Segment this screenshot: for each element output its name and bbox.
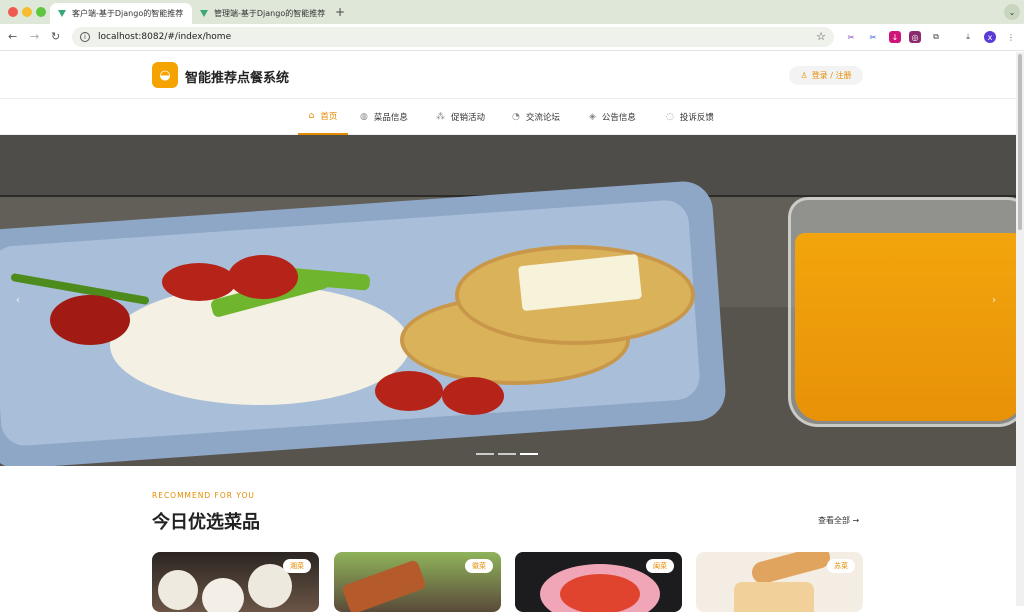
dish-image [158, 570, 198, 610]
browser-tab-bar: 客户端-基于Django的智能推荐 ✕ 管理端-基于Django的智能推荐 ✕ … [0, 0, 1024, 24]
nav-label: 投诉反馈 [679, 113, 714, 123]
dish-icon: ◍ [360, 112, 368, 122]
reload-icon[interactable]: ↻ [51, 30, 60, 43]
feedback-icon: ◌ [666, 112, 674, 122]
scrollbar-thumb[interactable] [1018, 54, 1022, 230]
dish-card[interactable]: 闽菜 [515, 552, 682, 612]
vue-logo-icon [200, 10, 208, 17]
view-all-link[interactable]: 查看全部 → [818, 515, 859, 526]
nav-item-promotions[interactable]: ⁂ 促销活动 [436, 99, 485, 135]
site-title[interactable]: 智能推荐点餐系统 [185, 67, 289, 86]
home-icon: ⌂ [308, 111, 315, 121]
close-tab-icon[interactable]: ✕ [183, 9, 192, 19]
tomato-image [50, 295, 130, 345]
category-badge: 湘菜 [283, 559, 311, 573]
section-subtitle: RECOMMEND FOR YOU [152, 491, 255, 500]
restaurant-logo-icon[interactable]: ◒ [152, 62, 178, 88]
bookmark-star-icon[interactable]: ☆ [816, 30, 826, 43]
extension-scissors-icon[interactable]: ✂ [845, 31, 857, 43]
tomato-image [375, 371, 443, 411]
dish-image [560, 574, 640, 612]
carousel-prev-icon[interactable]: ‹ [16, 295, 20, 306]
site-header: ◒ 智能推荐点餐系统 ♙ 登录 / 注册 [0, 52, 1016, 99]
nav-label: 促销活动 [451, 113, 486, 123]
section-title: 今日优选菜品 [152, 512, 260, 533]
profile-initial: x [987, 32, 993, 42]
forward-arrow-icon[interactable]: → [30, 30, 39, 43]
carousel-next-icon[interactable]: › [992, 295, 996, 306]
downloads-icon[interactable]: ⤓ [962, 31, 974, 43]
browser-toolbar: ← → ↻ i localhost:8082/#/index/home ☆ ✂ … [0, 24, 1024, 51]
nav-item-home[interactable]: ⌂ 首页 [298, 99, 348, 135]
user-icon: ♙ [800, 71, 808, 80]
nav-label: 首页 [320, 112, 338, 122]
dish-image [202, 578, 244, 612]
dish-image [749, 552, 833, 586]
close-window-button[interactable] [8, 7, 18, 17]
nav-item-notices[interactable]: ◈ 公告信息 [589, 99, 636, 135]
address-bar[interactable]: i localhost:8082/#/index/home ☆ [72, 27, 834, 47]
orange-juice-image [795, 233, 1016, 421]
browser-menu-icon[interactable]: ⋮ [1005, 31, 1017, 43]
minimize-window-button[interactable] [22, 7, 32, 17]
main-nav: ⌂ 首页 ◍ 菜品信息 ⁂ 促销活动 ◔ 交流论坛 ◈ 公告信息 ◌ 投诉反馈 [0, 99, 1016, 135]
carousel-indicators [476, 453, 538, 455]
carousel-dot[interactable] [498, 453, 516, 455]
dish-card[interactable]: 湘菜 [152, 552, 319, 612]
back-arrow-icon[interactable]: ← [8, 30, 17, 43]
dish-card[interactable]: 徽菜 [334, 552, 501, 612]
nav-label: 交流论坛 [525, 113, 560, 123]
login-label: 登录 / 注册 [811, 71, 852, 80]
login-register-button[interactable]: ♙ 登录 / 注册 [789, 66, 863, 85]
extension-cut-icon[interactable]: ✂ [867, 31, 879, 43]
close-tab-icon[interactable]: ✕ [325, 9, 332, 19]
tab-title: 管理端-基于Django的智能推荐 [214, 9, 326, 18]
hero-carousel[interactable]: ‹ › [0, 135, 1016, 466]
forum-icon: ◔ [512, 112, 520, 122]
wood-plank [0, 135, 1016, 195]
browser-tab-client[interactable]: 客户端-基于Django的智能推荐 ✕ [50, 3, 192, 24]
tab-title: 客户端-基于Django的智能推荐 [72, 9, 184, 18]
vue-logo-icon [58, 10, 66, 17]
dish-image [341, 559, 427, 612]
tomato-image [228, 255, 298, 299]
promo-icon: ⁂ [436, 112, 445, 122]
new-tab-button[interactable]: + [335, 5, 345, 19]
notice-icon: ◈ [589, 112, 596, 122]
nav-item-dishes[interactable]: ◍ 菜品信息 [360, 99, 408, 135]
category-badge: 徽菜 [465, 559, 493, 573]
profile-avatar[interactable]: x [984, 31, 996, 43]
tab-search-chevron-icon[interactable]: ⌄ [1004, 4, 1020, 20]
browser-tab-admin[interactable]: 管理端-基于Django的智能推荐 ✕ [192, 3, 332, 24]
tomato-image [442, 377, 504, 415]
url-text[interactable]: localhost:8082/#/index/home [98, 32, 231, 42]
carousel-dot-active[interactable] [520, 453, 538, 455]
extensions-puzzle-icon[interactable]: ⧉ [930, 31, 942, 43]
nav-item-forum[interactable]: ◔ 交流论坛 [512, 99, 560, 135]
tomato-image [162, 263, 236, 301]
dish-card[interactable]: 苏菜 [696, 552, 863, 612]
nav-label: 菜品信息 [373, 113, 408, 123]
maximize-window-button[interactable] [36, 7, 46, 17]
dish-image [734, 582, 814, 612]
nav-label: 公告信息 [601, 113, 636, 123]
extension-app-icon[interactable]: ◎ [909, 31, 921, 43]
nav-item-feedback[interactable]: ◌ 投诉反馈 [666, 99, 714, 135]
category-badge: 苏菜 [827, 559, 855, 573]
carousel-dot[interactable] [476, 453, 494, 455]
extension-download-icon[interactable]: ↓ [889, 31, 901, 43]
site-info-icon[interactable]: i [80, 32, 90, 42]
category-badge: 闽菜 [646, 559, 674, 573]
